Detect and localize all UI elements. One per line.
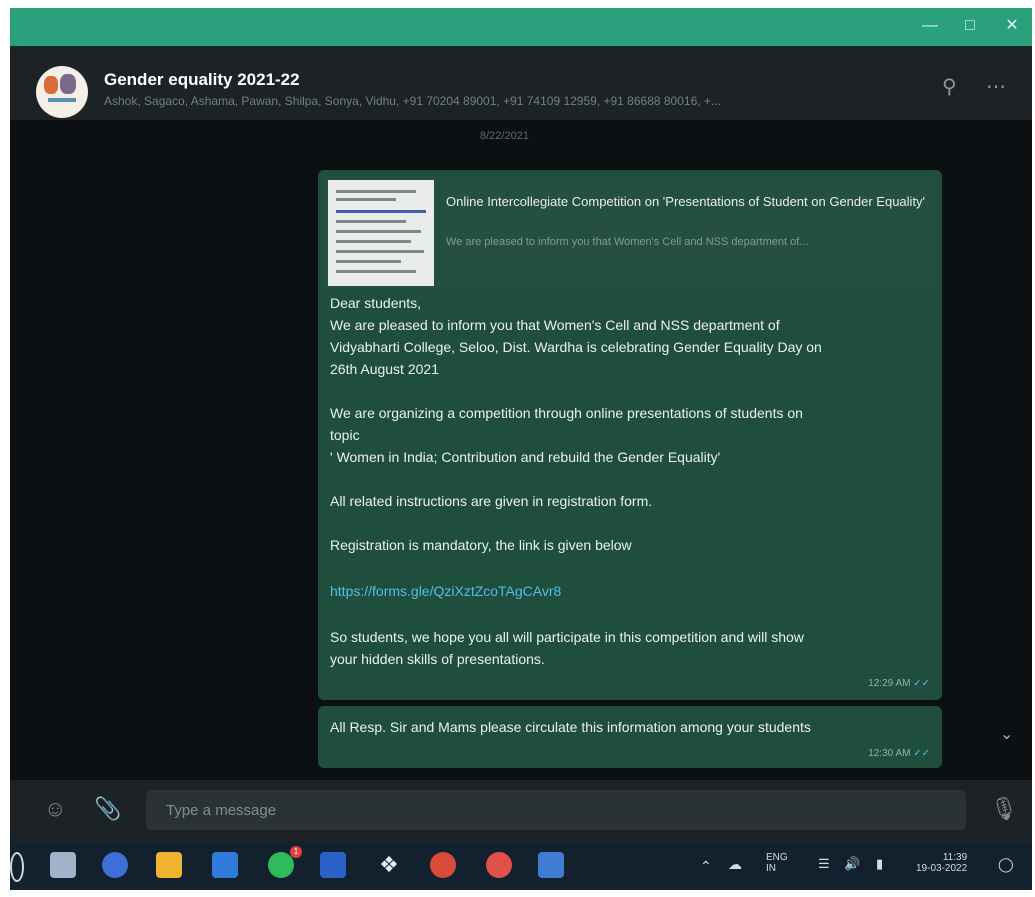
zoom-icon[interactable]	[102, 852, 128, 878]
message-line: So students, we hope you all will partic…	[330, 629, 804, 645]
message-line: your hidden skills of presentations.	[330, 651, 545, 667]
message-text: All Resp. Sir and Mams please circulate …	[330, 719, 811, 735]
message-line: Dear students,	[330, 295, 422, 311]
maximize-icon[interactable]: □	[950, 14, 990, 38]
cloud-icon[interactable]: ☁	[728, 856, 742, 873]
message-line: ' Women in India; Contribution and rebui…	[330, 449, 721, 465]
message-line: 26th August 2021	[330, 361, 439, 377]
message-line: topic	[330, 427, 360, 443]
message-line: We are pleased to inform you that Women'…	[330, 317, 780, 333]
photos-icon[interactable]	[538, 852, 564, 878]
message-input-placeholder: Type a message	[166, 802, 277, 819]
microphone-icon[interactable]: 🎙	[990, 796, 1018, 822]
mail-icon[interactable]	[212, 852, 238, 878]
read-receipt-icon: ✓✓	[913, 748, 930, 759]
group-name[interactable]: Gender equality 2021-22	[104, 70, 300, 90]
battery-icon[interactable]: ▮	[876, 856, 883, 872]
date-chip: 8/22/2021	[480, 130, 529, 142]
more-options-icon[interactable]: ⋯	[986, 74, 1006, 99]
message-timestamp: 12:29 AM ✓✓	[868, 678, 930, 689]
dropbox-icon[interactable]: ❖	[376, 852, 402, 878]
link-preview-title: Online Intercollegiate Competition on 'P…	[446, 194, 926, 209]
message-input[interactable]: Type a message	[146, 790, 966, 830]
message-line: All related instructions are given in re…	[330, 493, 653, 509]
window-titlebar: — □ ✕	[10, 8, 1032, 46]
search-icon[interactable]: ⚲	[942, 74, 957, 99]
wifi-icon[interactable]: ☰	[818, 856, 830, 872]
minimize-icon[interactable]: —	[910, 14, 950, 38]
clock[interactable]: 11:39 19-03-2022	[916, 852, 967, 874]
screen-photo: — □ ✕ Gender equality 2021-22 Ashok, Sag…	[10, 8, 1032, 890]
whatsapp-icon[interactable]	[268, 852, 294, 878]
group-avatar[interactable]	[36, 66, 88, 118]
close-icon[interactable]: ✕	[992, 14, 1032, 38]
paperclip-icon[interactable]: 📎	[94, 796, 121, 822]
read-receipt-icon: ✓✓	[913, 678, 930, 689]
link-preview-thumbnail	[328, 180, 434, 286]
message-timestamp: 12:30 AM ✓✓	[868, 748, 930, 759]
chrome-icon[interactable]	[430, 852, 456, 878]
chat-header[interactable]: Gender equality 2021-22 Ashok, Sagaco, A…	[10, 46, 1032, 120]
search-icon[interactable]	[10, 852, 24, 882]
word-icon[interactable]	[320, 852, 346, 878]
message-line: Vidyabharti College, Seloo, Dist. Wardha…	[330, 339, 822, 355]
emoji-icon[interactable]: ☺	[44, 796, 66, 822]
link-preview[interactable]: Online Intercollegiate Competition on 'P…	[324, 176, 936, 288]
compose-bar: ☺ 📎 Type a message 🎙	[10, 780, 1032, 842]
notifications-icon[interactable]: ◯	[998, 856, 1014, 873]
message-line: We are organizing a competition through …	[330, 405, 803, 421]
link-preview-description: We are pleased to inform you that Women'…	[446, 236, 809, 248]
chevron-down-icon[interactable]: ⌄	[1000, 724, 1013, 744]
task-view-icon[interactable]	[50, 852, 76, 878]
group-members[interactable]: Ashok, Sagaco, Ashama, Pawan, Shilpa, So…	[104, 94, 904, 108]
message-bubble[interactable]: All Resp. Sir and Mams please circulate …	[318, 706, 942, 768]
registration-link[interactable]: https://forms.gle/QziXztZcoTAgCAvr8	[330, 580, 930, 602]
message-area[interactable]: 8/22/2021 Online Intercollegiate Competi…	[10, 120, 1032, 780]
notification-badge: 1	[290, 846, 302, 858]
message-line: Registration is mandatory, the link is g…	[330, 537, 632, 553]
volume-icon[interactable]: 🔊	[844, 856, 860, 872]
app-icon[interactable]	[486, 852, 512, 878]
windows-taskbar: 1 ❖ ⌃ ☁ ENG IN ☰ 🔊 ▮ 11:39 19-03-2022 ◯	[10, 842, 1032, 890]
message-bubble[interactable]: Online Intercollegiate Competition on 'P…	[318, 170, 942, 700]
chevron-up-icon[interactable]: ⌃	[700, 858, 712, 875]
file-explorer-icon[interactable]	[156, 852, 182, 878]
language-indicator[interactable]: ENG IN	[766, 852, 788, 874]
